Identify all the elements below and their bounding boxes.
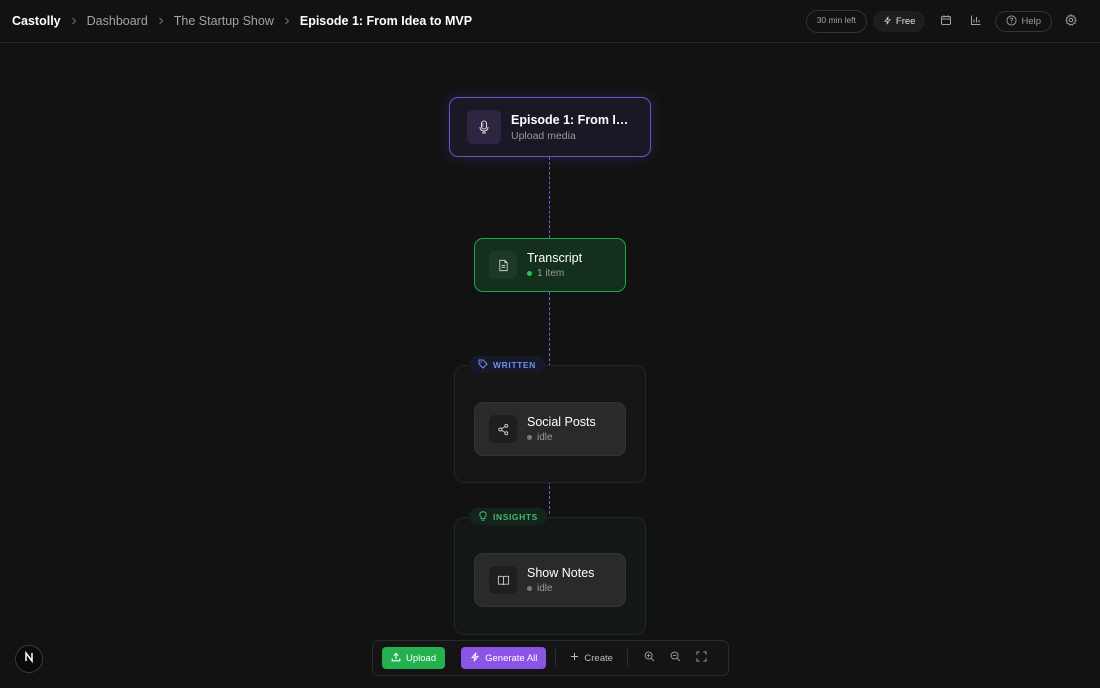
- toolbar-divider: [626, 649, 628, 667]
- show-notes-node[interactable]: Show Notes idle: [474, 553, 626, 607]
- upload-label: Upload: [406, 652, 437, 664]
- n-logo-icon: [23, 650, 35, 668]
- fit-view-button[interactable]: [689, 647, 715, 669]
- transcript-title: Transcript: [527, 251, 583, 265]
- upload-icon: [391, 652, 401, 665]
- generate-all-label: Generate All: [485, 652, 538, 664]
- lightbulb-icon: [478, 510, 488, 523]
- zoom-in-icon: [644, 649, 655, 667]
- episode-node[interactable]: Episode 1: From Idea to MVP Upload media: [449, 97, 651, 157]
- calendar-button[interactable]: [931, 10, 961, 33]
- share-icon: [489, 415, 517, 443]
- lightning-icon: [883, 16, 892, 28]
- social-posts-node[interactable]: Social Posts idle: [474, 402, 626, 456]
- create-button[interactable]: Create: [565, 652, 618, 664]
- book-icon: [489, 566, 517, 594]
- tag-icon: [478, 359, 488, 371]
- transcript-status: 1 item: [527, 268, 582, 279]
- breadcrumb-show[interactable]: The Startup Show: [174, 14, 274, 28]
- time-left-badge: 30 min left: [805, 10, 867, 33]
- zoom-out-icon: [670, 649, 681, 667]
- microphone-icon: [467, 110, 501, 144]
- breadcrumb-current-episode: Episode 1: From Idea to MVP: [299, 14, 473, 28]
- question-circle-icon: [1006, 14, 1017, 29]
- show-notes-title: Show Notes: [527, 566, 595, 580]
- plus-icon: [570, 652, 579, 664]
- chevron-right-icon: [70, 17, 78, 25]
- breadcrumb: Castolly Dashboard The Startup Show Epis…: [12, 14, 472, 28]
- social-posts-title: Social Posts: [527, 415, 596, 429]
- social-posts-status: idle: [527, 432, 596, 443]
- status-dot: [527, 271, 532, 276]
- next-dev-badge[interactable]: [15, 645, 43, 673]
- upload-button[interactable]: Upload: [382, 647, 446, 669]
- document-icon: [489, 251, 517, 279]
- connector-episode-transcript: [549, 157, 550, 238]
- toolbar-divider: [555, 649, 557, 667]
- insights-group-tag: INSIGHTS: [469, 508, 547, 525]
- status-dot: [527, 435, 532, 440]
- help-button[interactable]: Help: [995, 11, 1052, 32]
- generate-all-button[interactable]: Generate All: [461, 647, 547, 669]
- plan-button[interactable]: Free: [872, 11, 926, 32]
- bar-chart-icon: [970, 13, 982, 31]
- transcript-status-label: 1 item: [537, 268, 565, 279]
- canvas-toolbar: Upload Generate All Create: [372, 640, 729, 676]
- episode-title: Episode 1: From Idea to MVP: [511, 112, 635, 127]
- show-notes-status: idle: [527, 583, 594, 594]
- written-group-tag: WRITTEN: [469, 356, 545, 373]
- breadcrumb-dashboard[interactable]: Dashboard: [87, 14, 148, 28]
- create-label: Create: [584, 652, 613, 664]
- settings-button[interactable]: [1056, 10, 1086, 33]
- zoom-out-button[interactable]: [663, 647, 689, 669]
- status-dot: [527, 586, 532, 591]
- plan-label: Free: [895, 16, 916, 27]
- brand-link[interactable]: Castolly: [12, 14, 61, 28]
- top-bar: Castolly Dashboard The Startup Show Epis…: [0, 0, 1100, 43]
- social-posts-status-label: idle: [537, 432, 553, 443]
- show-notes-status-label: idle: [537, 583, 553, 594]
- calendar-icon: [940, 13, 952, 31]
- gear-icon: [1065, 13, 1077, 31]
- help-label: Help: [1021, 16, 1041, 27]
- zoom-in-button[interactable]: [637, 647, 663, 669]
- fullscreen-icon: [696, 649, 707, 667]
- analytics-button[interactable]: [961, 10, 991, 33]
- chevron-right-icon: [283, 17, 291, 25]
- transcript-node[interactable]: Transcript 1 item: [474, 238, 626, 292]
- written-group-label: WRITTEN: [493, 359, 536, 370]
- episode-subtitle: Upload media: [511, 129, 576, 142]
- insights-group-label: INSIGHTS: [493, 511, 538, 522]
- chevron-right-icon: [157, 17, 165, 25]
- lightning-icon: [470, 651, 480, 665]
